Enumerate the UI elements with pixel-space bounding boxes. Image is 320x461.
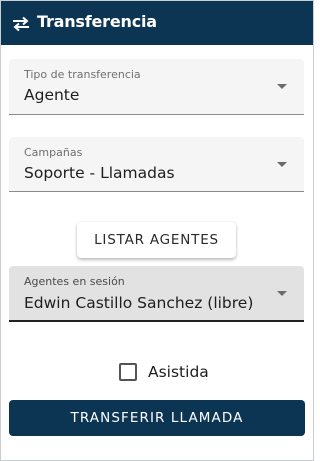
chevron-down-icon [277, 291, 287, 296]
list-agents-button[interactable]: LISTAR AGENTES [77, 222, 236, 258]
chevron-down-icon [277, 162, 287, 167]
transfer-call-button[interactable]: TRANSFERIR LLAMADA [9, 400, 305, 436]
agents-session-label: Agentes en sesión [24, 275, 125, 288]
assisted-label: Asistida [148, 363, 209, 381]
panel-header: Transferencia [1, 1, 313, 45]
campaigns-select[interactable]: Campañas Soporte - Llamadas [9, 137, 304, 192]
assisted-checkbox[interactable] [119, 363, 137, 381]
swap-arrows-icon [13, 16, 29, 32]
transfer-type-select[interactable]: Tipo de transferencia Agente [9, 59, 304, 115]
agents-session-select[interactable]: Agentes en sesión Edwin Castillo Sanchez… [9, 266, 304, 322]
campaigns-label: Campañas [24, 146, 83, 159]
transfer-panel: Transferencia Tipo de transferencia Agen… [0, 0, 314, 461]
chevron-down-icon [277, 84, 287, 89]
agents-session-value: Edwin Castillo Sanchez (libre) [24, 294, 254, 312]
transfer-type-label: Tipo de transferencia [24, 68, 141, 81]
panel-title: Transferencia [37, 12, 157, 31]
assisted-checkbox-row[interactable]: Asistida [119, 361, 209, 383]
transfer-type-value: Agente [24, 86, 80, 104]
campaigns-value: Soporte - Llamadas [24, 164, 175, 182]
